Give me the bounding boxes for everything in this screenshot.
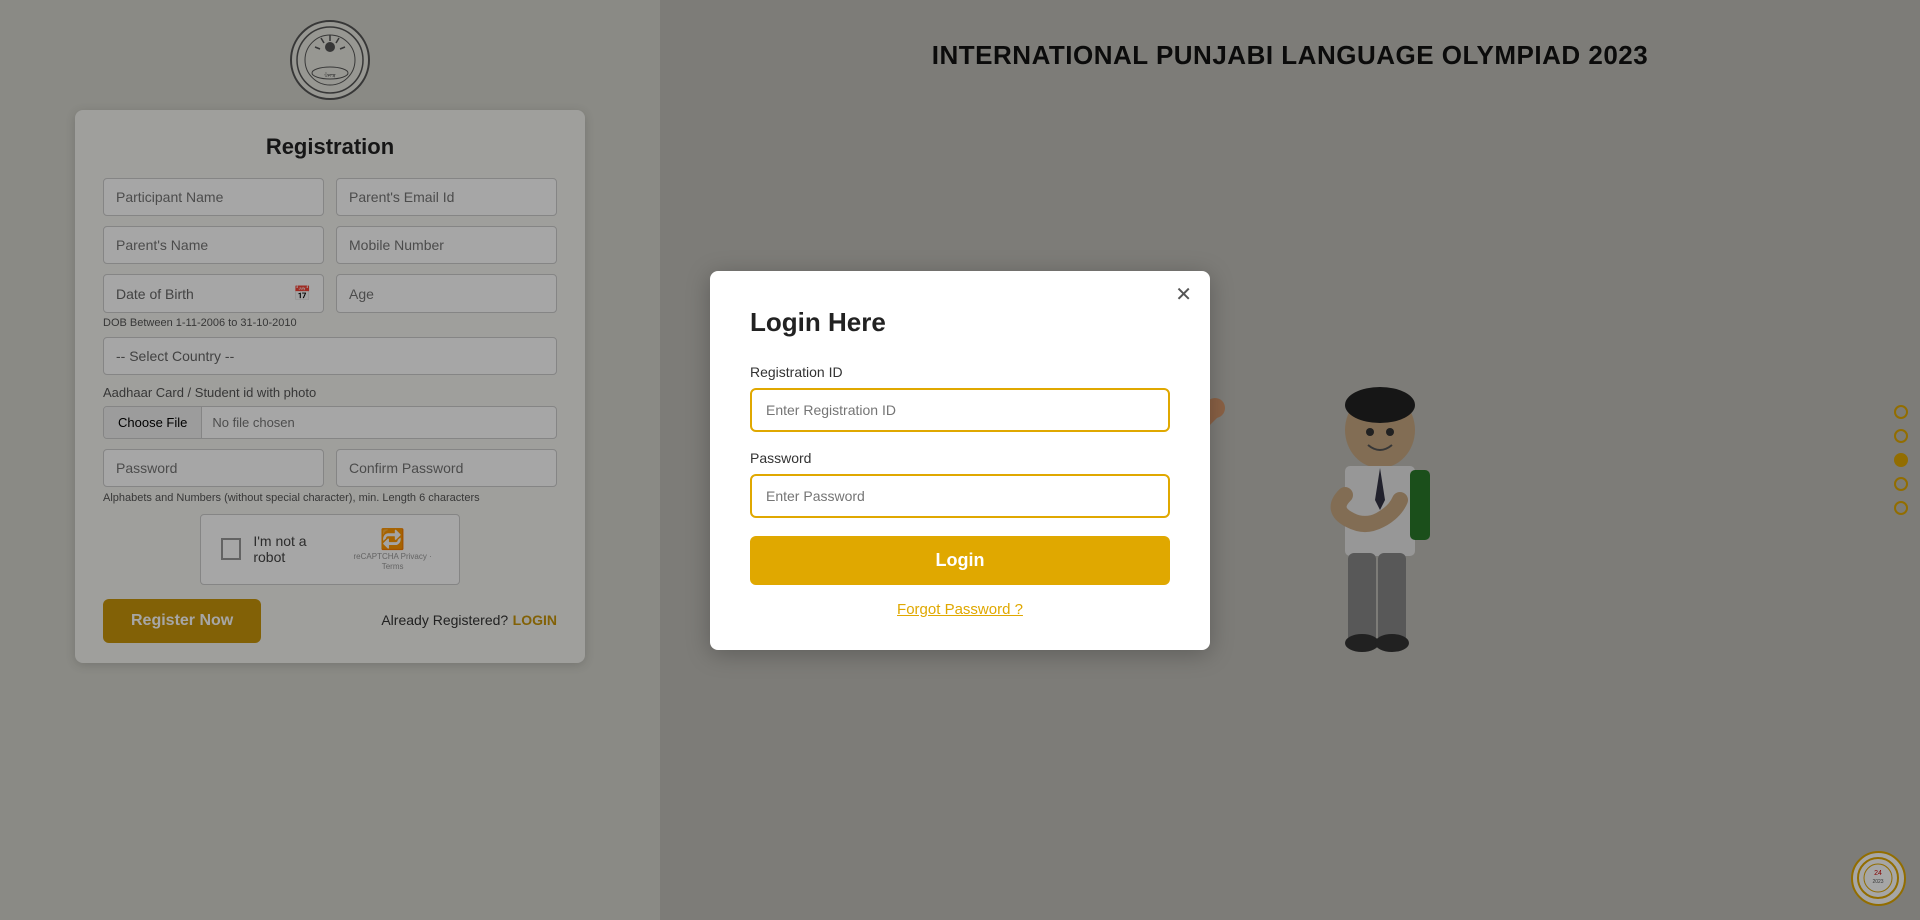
modal-overlay: ✕ Login Here Registration ID Password Lo… — [0, 0, 1920, 920]
password-label: Password — [750, 450, 1170, 466]
forgot-password-link[interactable]: Forgot Password ? — [750, 601, 1170, 618]
registration-id-label: Registration ID — [750, 364, 1170, 380]
modal-password-input[interactable] — [750, 474, 1170, 518]
registration-id-input[interactable] — [750, 388, 1170, 432]
modal-title: Login Here — [750, 307, 1170, 338]
login-button[interactable]: Login — [750, 536, 1170, 585]
modal-close-button[interactable]: ✕ — [1175, 285, 1192, 305]
login-modal: ✕ Login Here Registration ID Password Lo… — [710, 271, 1210, 650]
